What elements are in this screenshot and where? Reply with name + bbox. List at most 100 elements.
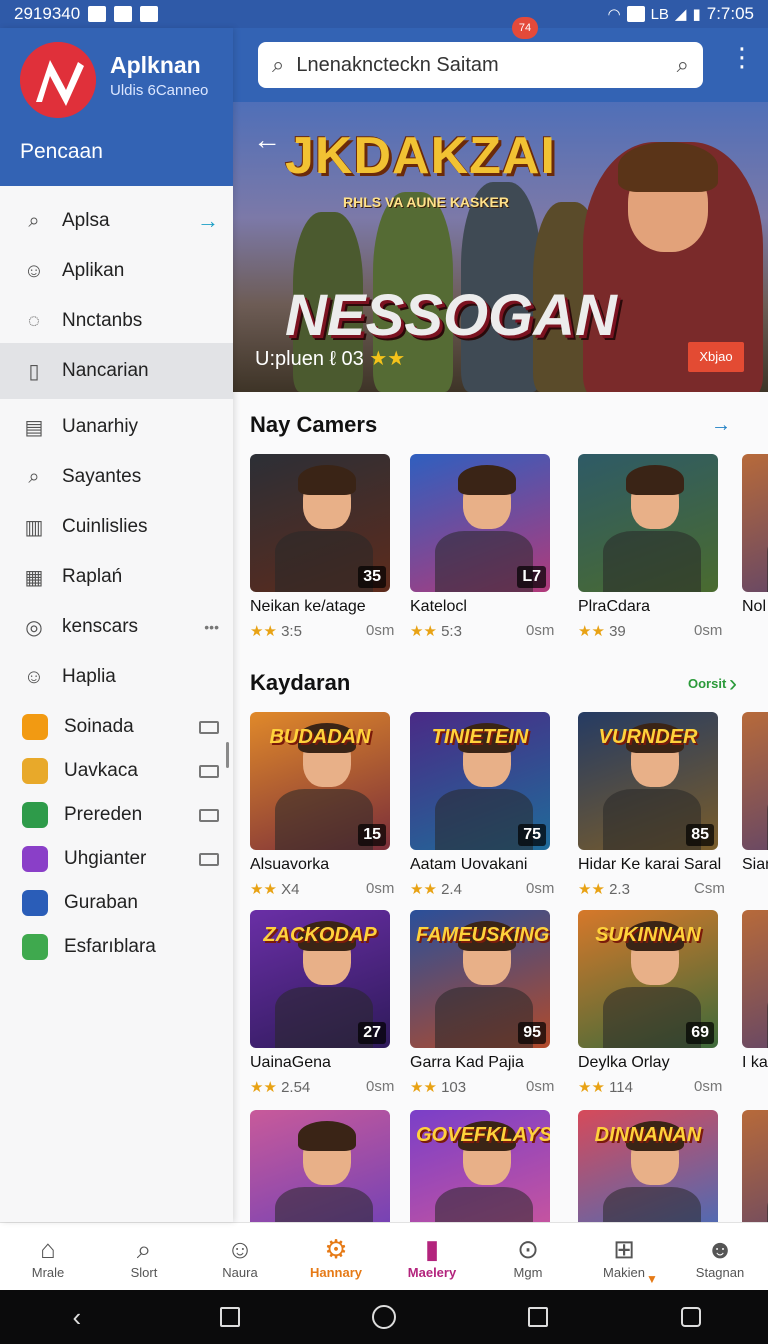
drawer-item[interactable]: ☺ Haplia <box>0 652 233 702</box>
drawer-item[interactable]: ▤ Uanarhiy <box>0 402 233 452</box>
user-icon: ☺ <box>226 1234 254 1264</box>
game-card[interactable] <box>742 1110 768 1222</box>
bottom-nav-item[interactable]: ▮ Maelery <box>384 1223 480 1290</box>
game-card[interactable]: SUKINNAN 69 Deylka Orlay ★★ 114 0sm <box>578 910 726 1106</box>
game-title: Katelocl <box>410 598 467 615</box>
game-thumbnail[interactable]: FAMEUSKING 95 <box>410 910 550 1048</box>
screenshot-nav-icon[interactable] <box>679 1305 703 1329</box>
bottom-nav-item[interactable]: ☻ Stagnan <box>672 1223 768 1290</box>
rating-value: 2.3 <box>609 881 630 898</box>
section-see-all-link[interactable]: → <box>711 414 731 437</box>
download-badge-icon[interactable] <box>199 764 219 778</box>
notification-badge[interactable]: 74 <box>512 17 538 39</box>
game-thumbnail[interactable]: ZACKODAP 27 <box>250 910 390 1048</box>
character-body <box>435 1187 534 1222</box>
game-card[interactable]: VURNDER 85 Hidar Ke karai Saral ★★ 2.3 Csm <box>578 712 726 908</box>
game-thumbnail[interactable]: VURNDER 85 <box>578 712 718 850</box>
overflow-menu-icon[interactable]: ⋮ <box>729 44 755 82</box>
download-badge-icon[interactable] <box>199 808 219 822</box>
game-card[interactable]: I kar <box>742 910 768 1106</box>
game-card[interactable]: DINNANAN <box>578 1110 726 1222</box>
game-card[interactable]: L7 Katelocl ★★ 5:3 0sm <box>410 454 558 650</box>
game-card[interactable]: PlraCdara ★★ 39 0sm <box>578 454 726 650</box>
drawer-item[interactable]: ⌕ Aplsa → <box>0 196 233 246</box>
home-nav-icon[interactable] <box>371 1305 396 1329</box>
bottom-nav-item[interactable]: ⊙ Mgm <box>480 1223 576 1290</box>
app-root: 2919340 ◠ LB ◢ ▮ 7:7:05 74 ⌕ Lnenaknctec… <box>0 0 768 1344</box>
bottom-nav-item[interactable]: ⌂ Mrale <box>0 1223 96 1290</box>
back-nav-icon[interactable]: ‹ <box>65 1302 89 1332</box>
drawer-item-label: Uhgianter <box>64 848 147 869</box>
game-thumbnail[interactable] <box>578 454 718 592</box>
drawer-item[interactable]: ◎ kenscars ••• <box>0 602 233 652</box>
drawer-item-label: Aplikan <box>62 260 125 281</box>
game-card[interactable]: 35 Neikan ke/atage ★★ 3:5 0sm <box>250 454 398 650</box>
download-badge-icon[interactable] <box>199 852 219 866</box>
download-badge-icon[interactable] <box>199 720 219 734</box>
game-thumbnail[interactable]: BUDADAN 15 <box>250 712 390 850</box>
drawer-scrollbar[interactable] <box>226 742 229 768</box>
game-size: 0sm <box>366 1078 395 1095</box>
chevron-right-icon[interactable]: › <box>729 670 737 698</box>
drawer-item-label: Uavkaca <box>64 760 138 781</box>
drawer-item[interactable]: Prereden <box>0 790 233 840</box>
back-arrow-icon[interactable]: ← <box>253 124 281 156</box>
game-card[interactable]: GOVEFKLAYS <box>410 1110 558 1222</box>
search-icon: ⌕ <box>28 209 40 232</box>
content-feed: Nay Camers → 35 Neikan ke/atage ★★ 3:5 0sm L7 K… <box>233 392 768 1222</box>
game-thumbnail[interactable]: TINIETEIN 75 <box>410 712 550 850</box>
game-card[interactable] <box>250 1110 398 1222</box>
game-thumbnail[interactable] <box>742 712 768 850</box>
game-title: Nol <box>742 598 767 615</box>
hero-tag-button[interactable]: Xbjao <box>688 342 744 372</box>
game-thumbnail[interactable]: GOVEFKLAYS <box>410 1110 550 1222</box>
arrow-right-icon[interactable]: → <box>197 208 219 234</box>
search-submit-icon[interactable]: ⌕ <box>677 52 689 78</box>
game-thumbnail[interactable]: SUKINNAN 69 <box>578 910 718 1048</box>
drawer-item[interactable]: Guraban <box>0 878 233 928</box>
game-thumbnail[interactable] <box>250 1110 390 1222</box>
bottom-nav-item[interactable]: ⊞ Makien ▼ <box>576 1223 672 1290</box>
hero-banner[interactable]: ← JKDAKZAI RHLS VA AUNE KASKER NESSOGAN … <box>233 102 768 392</box>
drawer-item[interactable]: ▦ Raplań <box>0 552 233 602</box>
thumbnail-badge: L7 <box>517 566 546 588</box>
bottom-nav-label: Naura <box>222 1265 258 1280</box>
game-card[interactable]: ZACKODAP 27 UainaGena ★★ 2.54 0sm <box>250 910 398 1106</box>
character-body <box>603 531 702 592</box>
square-nav-icon[interactable] <box>526 1305 550 1329</box>
game-card[interactable]: Nol <box>742 454 768 650</box>
drawer-item-label: Cuinlislies <box>62 516 148 537</box>
game-card[interactable]: Sian <box>742 712 768 908</box>
game-thumbnail[interactable]: DINNANAN <box>578 1110 718 1222</box>
drawer-item[interactable]: Uhgianter <box>0 834 233 884</box>
game-thumbnail[interactable]: L7 <box>410 454 550 592</box>
app-green-icon <box>22 802 48 828</box>
search-input[interactable]: Lnenakncteckn Saitam <box>296 54 498 77</box>
drawer-item[interactable]: Esfarıblara <box>0 922 233 972</box>
more-dots[interactable]: ••• <box>204 619 219 635</box>
search-bar[interactable]: ⌕ Lnenakncteckn Saitam ⌕ <box>258 42 703 88</box>
drawer-item[interactable]: ◌ Nnctanbs <box>0 296 233 346</box>
drawer-item[interactable]: ☺ Aplikan <box>0 246 233 296</box>
drawer-item[interactable]: ▥ Cuinlislies <box>0 502 233 552</box>
home-icon: ⌂ <box>40 1234 56 1264</box>
star-icon: ★★ <box>410 1079 442 1096</box>
game-card[interactable]: FAMEUSKING 95 Garra Kad Pajia ★★ 103 0sm <box>410 910 558 1106</box>
recents-nav-icon[interactable] <box>218 1305 242 1329</box>
drawer-item[interactable]: ▯ Nancarian <box>0 343 233 399</box>
game-thumbnail[interactable]: 35 <box>250 454 390 592</box>
bottom-nav-item[interactable]: ⚙ Hannary <box>288 1223 384 1290</box>
drawer-item[interactable]: Soinada <box>0 702 233 752</box>
section-see-all-link[interactable]: Oorsit <box>688 676 726 691</box>
game-card[interactable]: BUDADAN 15 Alsuavorka ★★ X4 0sm <box>250 712 398 908</box>
hero-subtitle: RHLS VA AUNE KASKER <box>343 194 509 210</box>
game-thumbnail[interactable] <box>742 910 768 1048</box>
bottom-nav-item[interactable]: ⌕ Slort <box>96 1223 192 1290</box>
bottom-nav-item[interactable]: ☺ Naura <box>192 1223 288 1290</box>
drawer-item[interactable]: ⌕ Sayantes <box>0 452 233 502</box>
drawer-item[interactable]: Uavkaca <box>0 746 233 796</box>
game-card[interactable]: TINIETEIN 75 Aatam Uovakani ★★ 2.4 0sm <box>410 712 558 908</box>
character-hair <box>457 465 516 496</box>
game-thumbnail[interactable] <box>742 454 768 592</box>
game-thumbnail[interactable] <box>742 1110 768 1222</box>
